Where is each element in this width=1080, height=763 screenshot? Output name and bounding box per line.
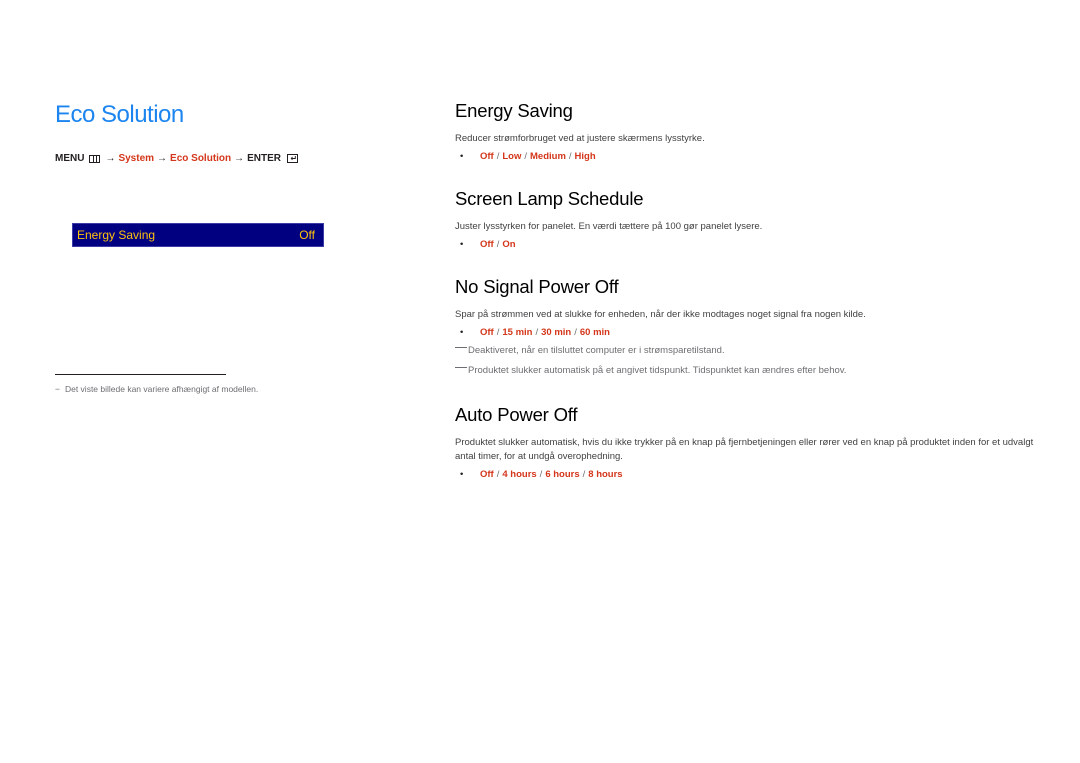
enter-label: ENTER: [247, 153, 282, 164]
section-options: • Off / On: [455, 239, 1035, 250]
arrow: →: [234, 153, 245, 164]
osd-energy-saving: Energy Saving Off: [72, 223, 324, 247]
section-title: No Signal Power Off: [455, 276, 619, 297]
footnote-divider: [55, 374, 226, 375]
footnote-text: Det viste billede kan variere afhængigt …: [64, 384, 259, 394]
separator: /: [496, 469, 500, 480]
note-text: Deaktiveret, når en tilsluttet computer …: [468, 345, 725, 356]
enter-icon: ↵: [287, 154, 299, 163]
note-mark-icon: [455, 347, 467, 348]
option-medium: Medium: [530, 151, 566, 162]
option-on: On: [502, 239, 516, 250]
menu-icon: [89, 154, 101, 163]
osd-label: Energy Saving: [77, 228, 156, 242]
section-energy-saving: Energy Saving Reducer strømforbruget ved…: [455, 98, 1035, 162]
section-options: • Off / 15 min / 30 min / 60 min: [455, 327, 1035, 338]
section-title: Screen Lamp Schedule: [455, 188, 644, 209]
menu-path-eco-solution: Eco Solution: [170, 153, 232, 164]
option-6-hours: 6 hours: [545, 469, 580, 480]
separator: /: [568, 151, 572, 162]
section-description: Juster lysstyrken for panelet. En værdi …: [455, 221, 763, 232]
option-low: Low: [502, 151, 522, 162]
left-column: Eco Solution MENU → System → Eco Solutio…: [55, 100, 345, 394]
note: Deaktiveret, når en tilsluttet computer …: [455, 344, 1035, 358]
separator: /: [496, 151, 500, 162]
footnote: − Det viste billede kan variere afhængigt…: [55, 384, 258, 394]
note: Produktet slukker automatisk på et angiv…: [455, 364, 1035, 378]
separator: /: [582, 469, 586, 480]
bullet: •: [460, 469, 464, 480]
section-title: Auto Power Off: [455, 404, 578, 425]
page-title: Eco Solution: [55, 101, 184, 128]
separator: /: [496, 327, 500, 338]
menu-label: MENU: [55, 153, 85, 164]
separator: /: [539, 469, 543, 480]
option-4-hours: 4 hours: [502, 469, 537, 480]
footnote-dash: −: [55, 384, 60, 394]
osd-value: Off: [299, 228, 315, 242]
bullet: •: [460, 327, 464, 338]
arrow: →: [157, 153, 168, 164]
section-description: Produktet slukker automatisk, hvis du ik…: [455, 437, 1034, 462]
separator: /: [496, 239, 500, 250]
option-off: Off: [480, 151, 494, 162]
option-off: Off: [480, 327, 494, 338]
option-off: Off: [480, 469, 494, 480]
option-60-min: 60 min: [579, 327, 610, 338]
section-screen-lamp-schedule: Screen Lamp Schedule Juster lysstyrken f…: [455, 186, 1035, 250]
option-15-min: 15 min: [502, 327, 533, 338]
menu-path-system: System: [118, 153, 155, 164]
bullet: •: [460, 151, 464, 162]
note-mark-icon: [455, 367, 467, 368]
section-options: • Off / Low / Medium / High: [455, 151, 1035, 162]
option-off: Off: [480, 239, 494, 250]
arrow: →: [105, 153, 116, 164]
option-8-hours: 8 hours: [588, 469, 623, 480]
separator: /: [574, 327, 577, 338]
section-description: Reducer strømforbruget ved at justere sk…: [455, 133, 705, 144]
option-high: High: [574, 151, 596, 162]
option-30-min: 30 min: [541, 327, 572, 338]
section-options: • Off / 4 hours / 6 hours / 8 hours: [455, 469, 1035, 480]
bullet: •: [460, 239, 464, 250]
section-description: Spar på strømmen ved at slukke for enhed…: [455, 309, 866, 320]
separator: /: [535, 327, 539, 338]
section-title: Energy Saving: [455, 100, 573, 121]
section-auto-power-off: Auto Power Off Produktet slukker automat…: [455, 402, 1035, 480]
note-text: Produktet slukker automatisk på et angiv…: [468, 365, 847, 376]
section-no-signal-power-off: No Signal Power Off Spar på strømmen ved…: [455, 274, 1035, 378]
separator: /: [524, 151, 527, 162]
menu-path: MENU → System → Eco Solution → ENTER ↵: [55, 153, 299, 164]
